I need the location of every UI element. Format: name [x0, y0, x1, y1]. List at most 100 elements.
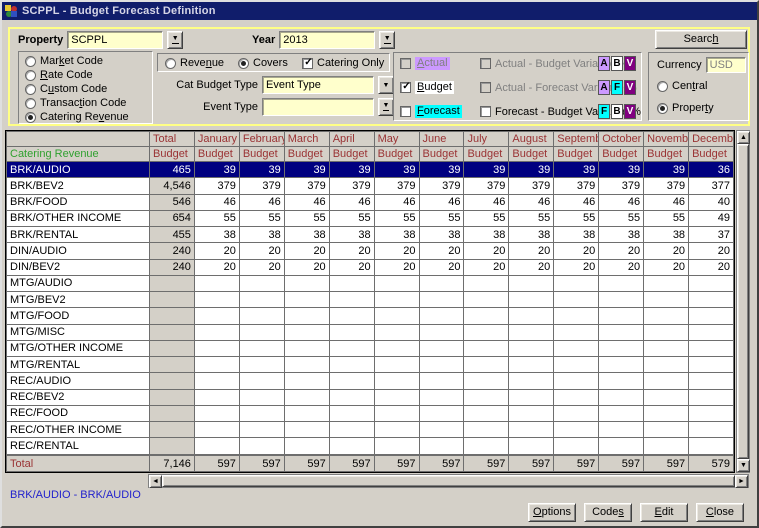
scroll-right-button[interactable]: ►: [735, 475, 748, 488]
grid-cell[interactable]: [464, 275, 509, 291]
code-option-transaction-code[interactable]: Transaction Code: [25, 96, 152, 110]
grid-cell[interactable]: [689, 324, 734, 340]
edit-button[interactable]: Edit: [640, 503, 688, 522]
grid-row[interactable]: MTG/OTHER INCOME: [7, 340, 734, 356]
horizontal-scroll-thumb[interactable]: [162, 475, 735, 487]
grid-cell[interactable]: [689, 389, 734, 405]
grid-cell[interactable]: [284, 405, 329, 421]
grid-cell[interactable]: 20: [689, 259, 734, 275]
grid-vertical-scrollbar[interactable]: ▲ ▼: [736, 130, 750, 473]
grid-row[interactable]: REC/AUDIO: [7, 373, 734, 389]
grid-cell[interactable]: [599, 422, 644, 438]
grid-cell[interactable]: 240: [150, 243, 195, 259]
grid-cell[interactable]: [284, 324, 329, 340]
grid-row-label[interactable]: REC/BEV2: [7, 389, 150, 405]
grid-cell[interactable]: [374, 405, 419, 421]
grid-cell[interactable]: [239, 324, 284, 340]
grid-cell[interactable]: 46: [419, 194, 464, 210]
scroll-up-button[interactable]: ▲: [737, 131, 750, 144]
grid-cell[interactable]: [419, 389, 464, 405]
grid-cell[interactable]: [239, 438, 284, 454]
grid-cell[interactable]: [150, 373, 195, 389]
grid-cell[interactable]: [599, 275, 644, 291]
grid-cell[interactable]: 55: [599, 210, 644, 226]
grid-row-label[interactable]: REC/RENTAL: [7, 438, 150, 454]
grid-cell[interactable]: 20: [464, 243, 509, 259]
code-option-market-code[interactable]: Market Code: [25, 54, 152, 68]
grid-cell[interactable]: 20: [644, 243, 689, 259]
grid-cell[interactable]: [464, 308, 509, 324]
grid-cell[interactable]: 379: [194, 178, 239, 194]
grid-cell[interactable]: [239, 389, 284, 405]
grid-cell[interactable]: [689, 357, 734, 373]
grid-cell[interactable]: 55: [554, 210, 599, 226]
grid-cell[interactable]: [419, 275, 464, 291]
grid-cell[interactable]: [150, 422, 195, 438]
grid-cell[interactable]: 39: [329, 162, 374, 178]
grid-cell[interactable]: [194, 389, 239, 405]
grid-cell[interactable]: [329, 308, 374, 324]
grid-cell[interactable]: 20: [689, 243, 734, 259]
grid-cell[interactable]: 46: [509, 194, 554, 210]
grid-cell[interactable]: [374, 275, 419, 291]
grid-cell[interactable]: [509, 405, 554, 421]
grid-cell[interactable]: 39: [194, 162, 239, 178]
grid-cell[interactable]: 55: [374, 210, 419, 226]
grid-cell[interactable]: [644, 422, 689, 438]
grid-cell[interactable]: [554, 438, 599, 454]
grid-cell[interactable]: [509, 438, 554, 454]
grid-cell[interactable]: [689, 340, 734, 356]
grid-cell[interactable]: [150, 357, 195, 373]
grid-cell[interactable]: [599, 405, 644, 421]
grid-cell[interactable]: [239, 373, 284, 389]
central-radio[interactable]: Central: [657, 80, 707, 92]
grid-cell[interactable]: [150, 292, 195, 308]
grid-cell[interactable]: 39: [374, 162, 419, 178]
grid-cell[interactable]: [419, 292, 464, 308]
grid-cell[interactable]: 36: [689, 162, 734, 178]
grid-cell[interactable]: [284, 373, 329, 389]
grid-cell[interactable]: [194, 357, 239, 373]
grid-cell[interactable]: 38: [554, 227, 599, 243]
grid-cell[interactable]: [329, 389, 374, 405]
grid-cell[interactable]: [689, 308, 734, 324]
grid-cell[interactable]: [374, 324, 419, 340]
grid-cell[interactable]: 379: [464, 178, 509, 194]
grid-cell[interactable]: 38: [509, 227, 554, 243]
grid-cell[interactable]: 20: [419, 243, 464, 259]
grid-cell[interactable]: [644, 324, 689, 340]
grid-row[interactable]: REC/BEV2: [7, 389, 734, 405]
grid-cell[interactable]: [689, 405, 734, 421]
grid-cell[interactable]: 379: [239, 178, 284, 194]
grid-cell[interactable]: 20: [554, 243, 599, 259]
grid-cell[interactable]: [644, 308, 689, 324]
grid-cell[interactable]: 20: [284, 259, 329, 275]
codes-button[interactable]: Codes: [584, 503, 632, 522]
grid-cell[interactable]: 455: [150, 227, 195, 243]
grid-cell[interactable]: [194, 373, 239, 389]
grid-cell[interactable]: 38: [284, 227, 329, 243]
grid-cell[interactable]: 55: [239, 210, 284, 226]
grid-cell[interactable]: 379: [419, 178, 464, 194]
grid-cell[interactable]: 20: [194, 259, 239, 275]
grid-cell[interactable]: [464, 340, 509, 356]
grid-cell[interactable]: 20: [554, 259, 599, 275]
grid-cell[interactable]: [239, 292, 284, 308]
grid-cell[interactable]: [554, 275, 599, 291]
grid-cell[interactable]: [374, 308, 419, 324]
grid-cell[interactable]: [644, 340, 689, 356]
grid-row-label[interactable]: REC/AUDIO: [7, 373, 150, 389]
grid-cell[interactable]: [194, 324, 239, 340]
radio-circle[interactable]: [25, 70, 36, 81]
grid-cell[interactable]: [554, 340, 599, 356]
event-type-field[interactable]: [262, 98, 374, 116]
event-type-lov-button[interactable]: ▼: [378, 98, 394, 116]
scroll-down-button[interactable]: ▼: [737, 459, 750, 472]
grid-cell[interactable]: [509, 389, 554, 405]
grid-cell[interactable]: [329, 324, 374, 340]
grid-cell[interactable]: [554, 405, 599, 421]
grid-cell[interactable]: [374, 422, 419, 438]
grid-row-label[interactable]: MTG/AUDIO: [7, 275, 150, 291]
grid-cell[interactable]: 55: [464, 210, 509, 226]
grid-cell[interactable]: [374, 292, 419, 308]
